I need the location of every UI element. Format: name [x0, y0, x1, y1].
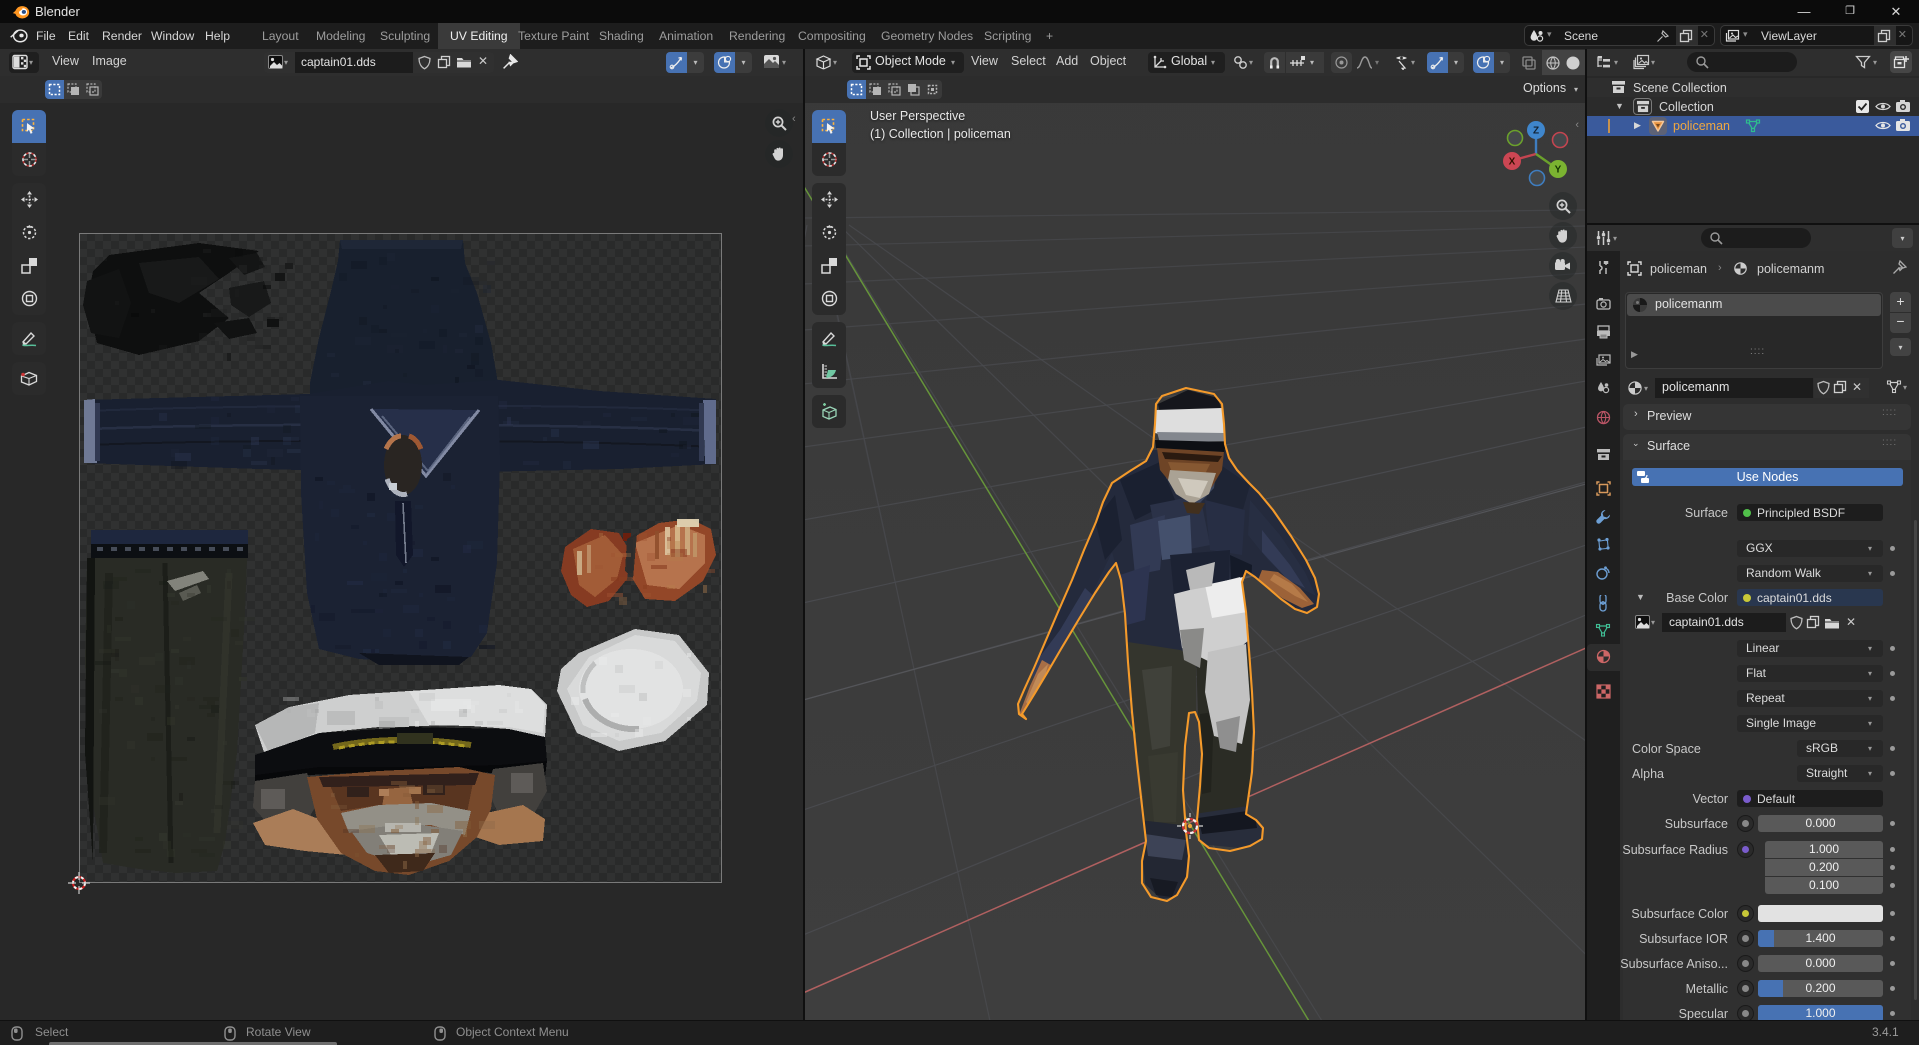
svg-text:Z: Z — [1533, 126, 1539, 137]
svg-text:Y: Y — [1555, 165, 1562, 176]
svg-text:X: X — [1509, 157, 1516, 168]
